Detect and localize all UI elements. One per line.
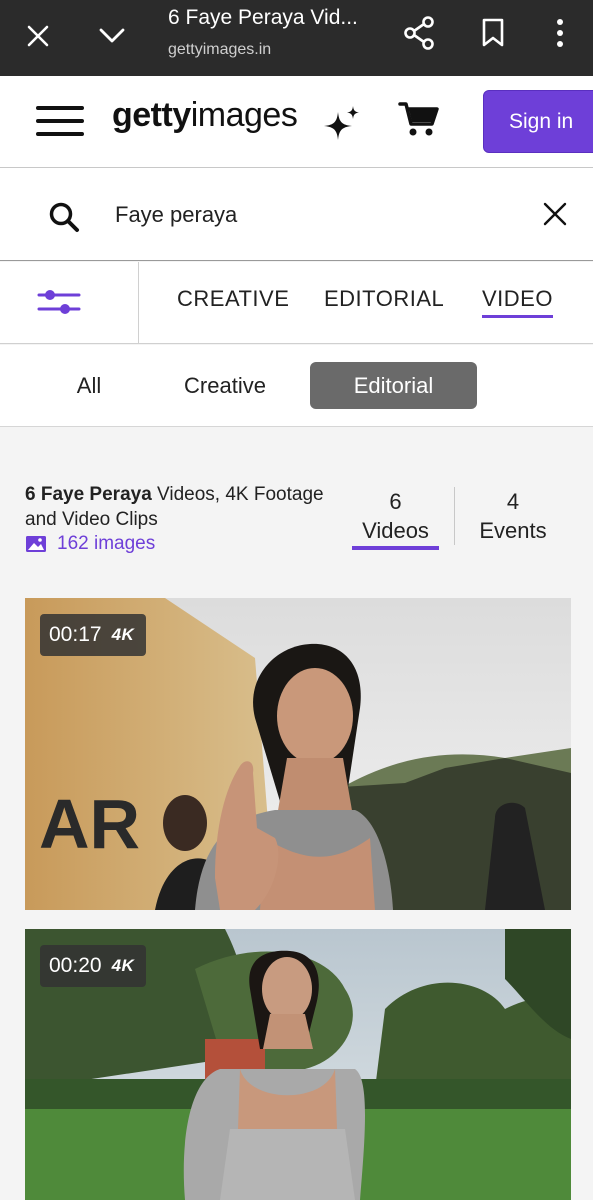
- segment-editorial[interactable]: Editorial: [310, 362, 477, 409]
- page-title: 6 Faye Peraya Vid...: [168, 6, 358, 29]
- hamburger-menu-icon: [36, 106, 84, 136]
- images-count-text: 162 images: [57, 533, 156, 554]
- license-segment-control: All Creative Editorial: [0, 345, 593, 427]
- video-duration: 00:17: [49, 623, 102, 646]
- site-header: gettyimages Sign in: [0, 76, 593, 168]
- chevron-down-icon: [99, 28, 125, 43]
- tab-creative[interactable]: CREATIVE: [177, 286, 289, 312]
- more-options-button[interactable]: [542, 14, 578, 52]
- share-button[interactable]: [400, 14, 438, 52]
- filter-button[interactable]: [0, 262, 139, 344]
- content-type-tabs: CREATIVE EDITORIAL VIDEO: [0, 262, 593, 344]
- sign-in-button[interactable]: Sign in: [483, 90, 593, 153]
- duration-badge: 00:20 4K: [40, 945, 147, 987]
- duration-badge: 00:17 4K: [40, 614, 147, 656]
- search-input[interactable]: Faye peraya: [115, 202, 237, 228]
- clear-icon: [543, 202, 567, 226]
- close-icon: [27, 25, 49, 47]
- more-vertical-icon: [557, 19, 563, 47]
- events-count-number: 4: [506, 489, 520, 514]
- bookmark-icon: [482, 18, 504, 47]
- gettyimages-logo[interactable]: gettyimages: [112, 96, 298, 135]
- events-count-tab[interactable]: 4 Events: [470, 487, 556, 545]
- close-tab-button[interactable]: [20, 18, 56, 54]
- video-result-card[interactable]: 00:20 4K: [25, 929, 571, 1200]
- videos-tab-underline: [352, 546, 439, 550]
- menu-button[interactable]: [36, 104, 86, 140]
- quality-badge: 4K: [111, 625, 135, 644]
- filter-sliders-icon: [37, 290, 81, 314]
- tab-editorial[interactable]: EDITORIAL: [324, 286, 444, 312]
- images-count-link[interactable]: 162 images: [25, 533, 155, 555]
- image-icon: [26, 536, 46, 552]
- videos-count-number: 6: [389, 489, 402, 514]
- search-button[interactable]: [48, 201, 82, 235]
- share-icon: [404, 16, 434, 50]
- count-divider: [454, 487, 455, 545]
- page-url: gettyimages.in: [168, 41, 272, 58]
- clear-search-button[interactable]: [542, 201, 572, 231]
- video-result-card[interactable]: AR 00:17 4K: [25, 598, 571, 910]
- segment-all[interactable]: All: [50, 362, 128, 409]
- quality-badge: 4K: [111, 956, 135, 975]
- shopping-cart-icon: [398, 102, 439, 136]
- tab-video[interactable]: VIDEO: [482, 286, 553, 318]
- svg-text:AR: AR: [39, 785, 140, 863]
- segment-creative[interactable]: Creative: [160, 362, 290, 409]
- search-icon: [49, 202, 79, 232]
- bookmark-button[interactable]: [474, 14, 512, 52]
- cart-button[interactable]: [398, 100, 442, 140]
- search-bar: Faye peraya: [0, 168, 593, 261]
- video-duration: 00:20: [49, 954, 102, 977]
- sparkle-icon: [324, 106, 359, 140]
- results-heading: 6 Faye Peraya Videos, 4K Footage and Vid…: [25, 484, 324, 530]
- browser-toolbar: 6 Faye Peraya Vid... gettyimages.in: [0, 0, 593, 76]
- minimize-button[interactable]: [94, 18, 130, 54]
- videos-count-tab[interactable]: 6 Videos: [352, 487, 439, 545]
- events-count-label: Events: [479, 518, 547, 543]
- ai-generator-button[interactable]: [322, 104, 364, 144]
- videos-count-label: Videos: [362, 518, 429, 543]
